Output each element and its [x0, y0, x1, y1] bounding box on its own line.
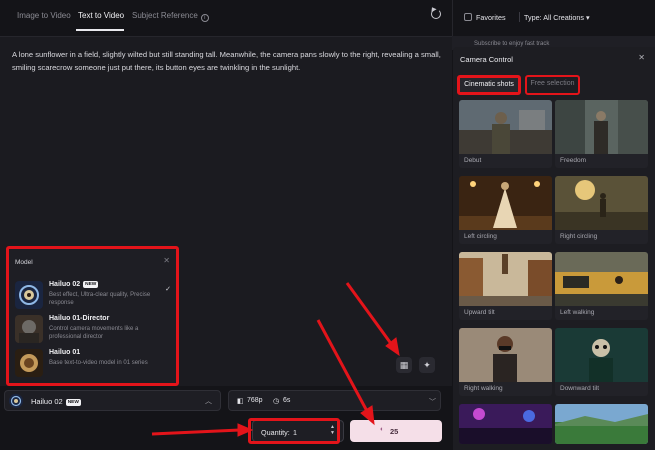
shot-name: Left circling: [464, 233, 497, 240]
shot-thumbnail: [459, 404, 552, 444]
shot-thumbnail: [555, 176, 648, 230]
shot-card-concert[interactable]: [459, 404, 552, 444]
camera-control-panel: Camera Control ✕ Cinematic shots Free se…: [453, 47, 655, 450]
chevron-down-icon: ▾: [585, 13, 590, 22]
type-filter-label: Type:: [524, 13, 542, 22]
shot-card-left-walking[interactable]: Left walking: [555, 252, 648, 320]
shot-thumbnail: [459, 252, 552, 306]
type-filter[interactable]: Type: All Creations ▾: [524, 13, 590, 22]
shot-name: Right walking: [464, 385, 503, 392]
shot-name: Downward tilt: [560, 385, 600, 392]
shot-name: Upward tilt: [464, 309, 495, 316]
left-pane: Image to Video Text to Video Subject Ref…: [0, 0, 452, 450]
shot-card-right-walking[interactable]: Right walking: [459, 328, 552, 396]
shot-name: Debut: [464, 157, 482, 164]
shot-thumbnail: [459, 328, 552, 382]
shot-card-downward-tilt[interactable]: Downward tilt: [555, 328, 648, 396]
divider: [519, 12, 520, 22]
shot-thumbnail: [459, 100, 552, 154]
close-icon[interactable]: ✕: [638, 53, 645, 62]
shot-thumbnail: [459, 176, 552, 230]
shot-card-upward-tilt[interactable]: Upward tilt: [459, 252, 552, 320]
shot-card-right-circling[interactable]: Right circling: [555, 176, 648, 244]
shot-card-debut[interactable]: Debut: [459, 100, 552, 168]
shot-thumbnail: [555, 328, 648, 382]
shot-name: Freedom: [560, 157, 587, 164]
shot-name: Right circling: [560, 233, 598, 240]
camera-control-title: Camera Control: [460, 55, 513, 64]
shot-thumbnail: [555, 252, 648, 306]
shot-thumbnail: [555, 404, 648, 444]
shot-card-freedom[interactable]: Freedom: [555, 100, 648, 168]
shot-card-left-circling[interactable]: Left circling: [459, 176, 552, 244]
shot-name: Left walking: [560, 309, 595, 316]
creations-header: Favorites Type: All Creations ▾: [452, 0, 655, 36]
shot-thumbnail: [555, 100, 648, 154]
type-filter-value: All Creations: [543, 13, 584, 22]
favorites-checkbox[interactable]: [464, 13, 472, 21]
shot-card-landscape[interactable]: [555, 404, 648, 444]
tab-cinematic-shots[interactable]: Cinematic shots: [457, 75, 521, 95]
tab-free-selection[interactable]: Free selection: [525, 75, 580, 95]
annotation-arrows: [151, 282, 400, 437]
favorites-label: Favorites: [476, 13, 506, 22]
